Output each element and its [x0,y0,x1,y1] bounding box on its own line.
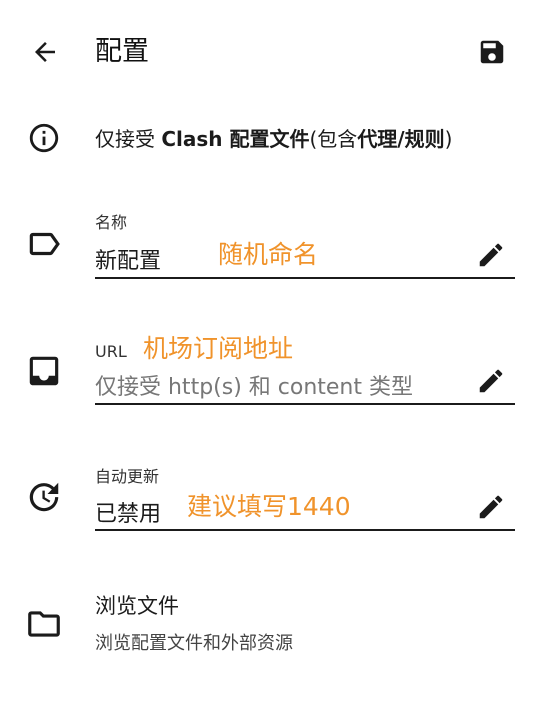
auto-update-annotation: 建议填写1440 [187,492,351,521]
info-icon [27,121,61,155]
url-field-underline [95,403,515,405]
url-field-placeholder[interactable]: 仅接受 http(s) 和 content 类型 [95,373,413,403]
auto-update-value[interactable]: 已禁用 [95,500,161,530]
label-icon [25,225,63,263]
url-annotation: 机场订阅地址 [143,334,294,363]
name-annotation: 随机命名 [218,240,319,269]
name-field-label: 名称 [95,213,128,232]
browse-files-subtitle: 浏览配置文件和外部资源 [95,633,293,654]
inbox-icon [25,352,63,390]
pencil-icon[interactable] [476,492,506,522]
auto-update-label: 自动更新 [95,467,160,486]
browse-files-title[interactable]: 浏览文件 [95,591,179,621]
name-field-value[interactable]: 新配置 [95,247,161,277]
pencil-icon[interactable] [476,240,506,270]
url-field-label: URL [95,342,127,361]
auto-update-underline [95,529,515,531]
name-field-underline [95,277,515,279]
save-icon[interactable] [477,37,507,67]
arrow-left-icon[interactable] [30,37,60,67]
update-icon [25,478,63,516]
pencil-icon[interactable] [476,366,506,396]
folder-icon [25,605,63,643]
page-title: 配置 [95,36,149,67]
info-text: 仅接受 Clash 配置文件(包含代理/规则) [95,127,453,151]
